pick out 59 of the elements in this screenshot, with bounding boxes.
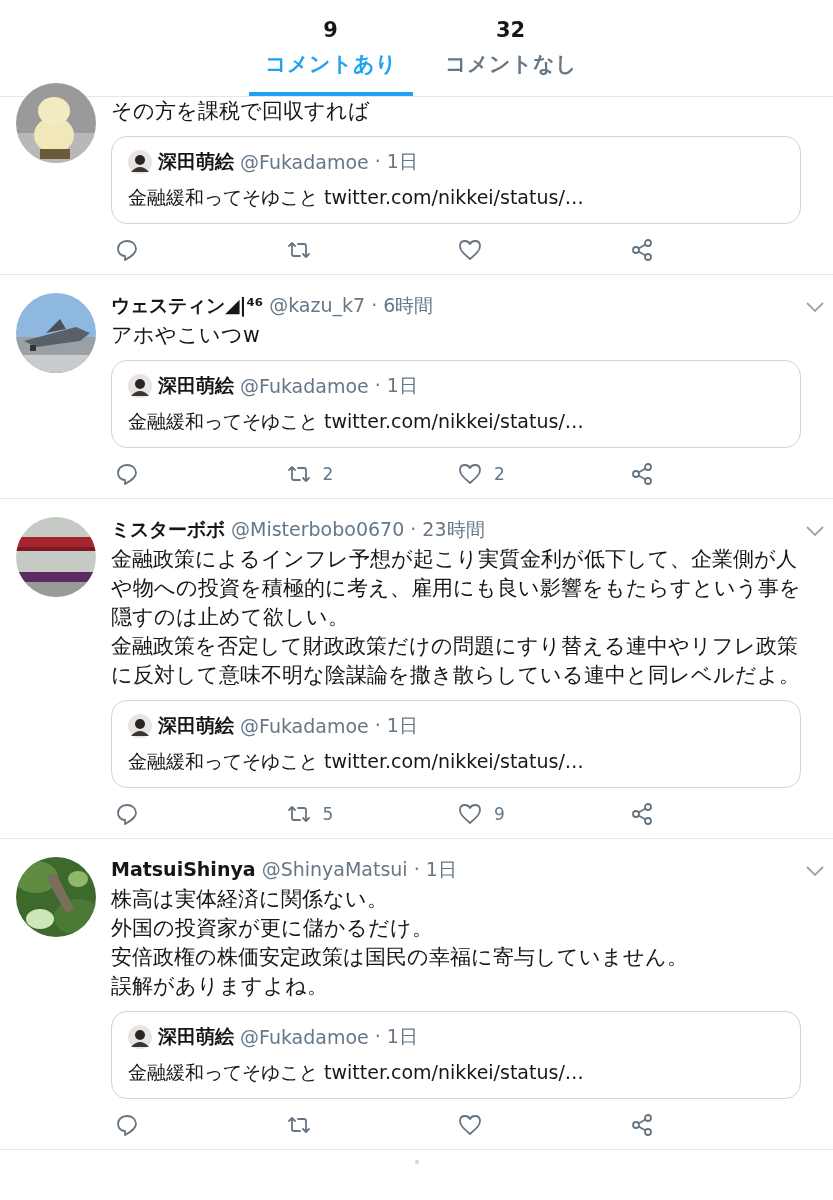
heart-icon[interactable]: [458, 1113, 482, 1137]
share-icon[interactable]: [629, 462, 654, 486]
reply-icon[interactable]: [115, 802, 139, 826]
reply-icon[interactable]: [115, 238, 139, 262]
tweet-text: その方を課税で回収すれば: [111, 98, 371, 125]
user-name[interactable]: MatsuiShinya: [111, 858, 256, 880]
avatar-icon: [128, 714, 152, 738]
tweet-time: · 1日: [374, 373, 418, 398]
like-count: 2: [494, 464, 505, 484]
user-name: 深田萌絵: [158, 1024, 234, 1049]
tab[interactable]: 9 コメントあり: [248, 0, 413, 96]
tweet-time: · 6時間: [371, 293, 434, 318]
share-icon[interactable]: [629, 1113, 654, 1137]
tweet-time: · 1日: [374, 1024, 418, 1049]
user-handle: @ShinyaMatsui: [261, 858, 408, 880]
chevron-down-icon[interactable]: [805, 301, 825, 313]
retweet-count: 2: [322, 464, 334, 484]
user-name: 深田萌絵: [158, 713, 234, 738]
quoted-text: 金融緩和ってそゆこと twitter.com/nikkei/status/…: [128, 185, 585, 210]
share-icon[interactable]: [629, 802, 654, 826]
quoted-text: 金融緩和ってそゆこと twitter.com/nikkei/status/…: [128, 409, 585, 434]
scroll-indicator: [414, 1160, 419, 1164]
heart-icon[interactable]: [458, 238, 482, 262]
user-handle: @Misterbobo0670: [231, 518, 405, 540]
user-handle: @Fukadamoe: [240, 375, 369, 397]
user-handle: @Fukadamoe: [240, 151, 369, 173]
quoted-text: 金融緩和ってそゆこと twitter.com/nikkei/status/…: [128, 1060, 585, 1085]
user-name: 深田萌絵: [158, 373, 234, 398]
user-handle: @Fukadamoe: [240, 1026, 369, 1048]
user-name[interactable]: ミスターボボ: [111, 517, 225, 543]
heart-icon[interactable]: [458, 802, 482, 826]
avatar-icon: [128, 374, 152, 398]
tab[interactable]: 32 コメントなし: [428, 0, 593, 96]
chevron-down-icon[interactable]: [805, 525, 825, 537]
tweet-time: · 1日: [374, 713, 418, 738]
tweet-time: · 1日: [413, 857, 457, 882]
heart-icon[interactable]: [458, 462, 482, 486]
quoted-tweet[interactable]: 深田萌絵 @Fukadamoe · 1日 金融緩和ってそゆこと twitter.com/nikkei/status/…: [111, 136, 801, 224]
tweet-text: 金融政策によるインフレ予想が起こり実質金利が低下して、企業側が人や物への投資を積極的に考え、雇用にも良い影響をもたらすという事を隠すのは止めて欲しい。 金融政策を否定して財政政策だけの問題にすり替える連中やリフレ政策に反対して意味不明な陰謀論を撒き散らしている連中と同レベルだよ。: [111, 546, 801, 689]
like-count: 9: [494, 804, 505, 824]
quoted-tweet[interactable]: 深田萌絵 @Fukadamoe · 1日 金融緩和ってそゆこと twitter.com/nikkei/status/…: [111, 700, 801, 788]
quoted-tweet[interactable]: 深田萌絵 @Fukadamoe · 1日 金融緩和ってそゆこと twitter.com/nikkei/status/…: [111, 360, 801, 448]
avatar-icon: [128, 150, 152, 174]
chevron-down-icon[interactable]: [805, 865, 825, 877]
reply-icon[interactable]: [115, 462, 139, 486]
user-name: 深田萌絵: [158, 149, 234, 174]
retweet-count: 5: [322, 804, 334, 824]
user-handle: @Fukadamoe: [240, 715, 369, 737]
tweet-text: アホやこいつw: [111, 322, 261, 349]
quoted-tweet[interactable]: 深田萌絵 @Fukadamoe · 1日 金融緩和ってそゆこと twitter.com/nikkei/status/…: [111, 1011, 801, 1099]
avatar-icon: [128, 1025, 152, 1049]
tweet-text: 株高は実体経済に関係ない。 外国の投資家が更に儲かるだけ。 安倍政権の株価安定政策は国民の幸福に寄与していません。 誤解がありますよね。: [111, 886, 689, 1000]
quoted-text: 金融緩和ってそゆこと twitter.com/nikkei/status/…: [128, 749, 585, 774]
reply-icon[interactable]: [115, 1113, 139, 1137]
user-handle: @kazu_k7: [269, 294, 366, 316]
share-icon[interactable]: [629, 238, 654, 262]
tweet-time: · 1日: [374, 149, 418, 174]
user-name[interactable]: ウェスティン◢|⁴⁶: [111, 293, 264, 319]
tweet-time: · 23時間: [410, 517, 485, 542]
